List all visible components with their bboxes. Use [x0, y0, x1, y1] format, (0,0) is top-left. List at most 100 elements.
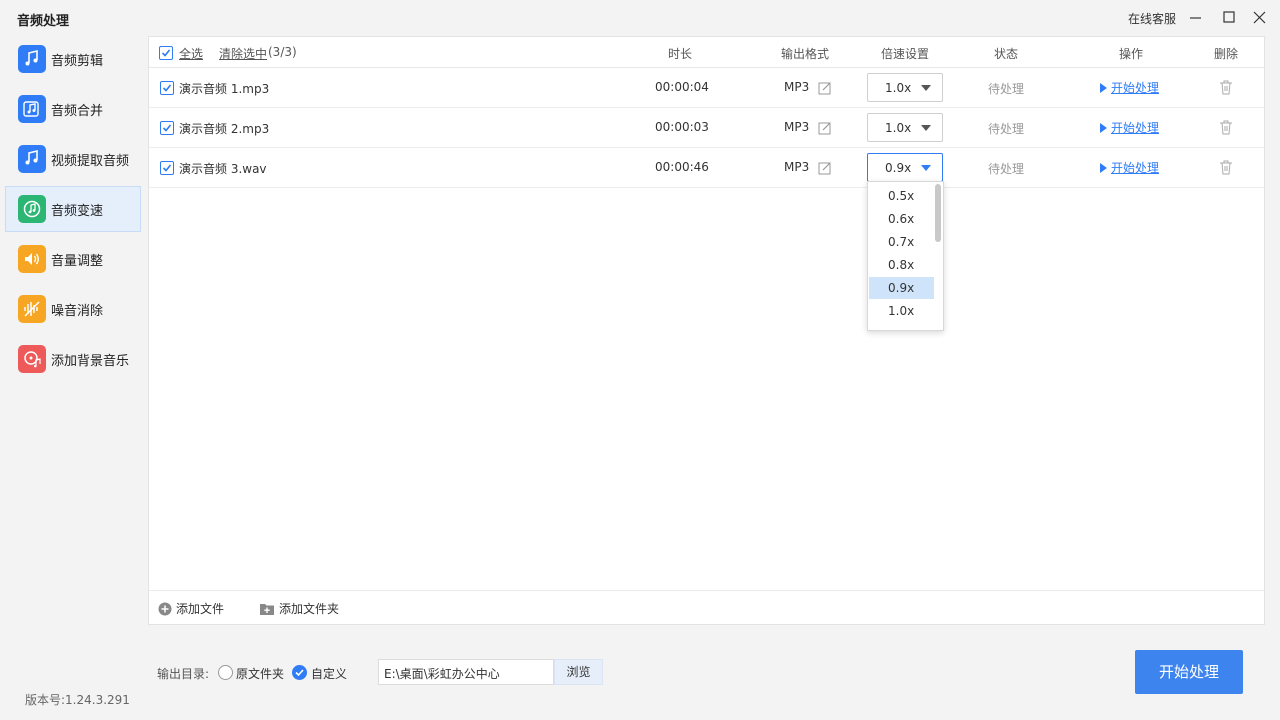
sidebar-item-label: 音频合并 — [51, 103, 104, 119]
speed-option[interactable]: 0.6x — [869, 208, 934, 230]
file-duration: 00:00:46 — [655, 160, 709, 174]
header-action: 操作 — [1119, 47, 1144, 61]
online-service-link[interactable]: 在线客服 — [1128, 10, 1176, 27]
file-status: 待处理 — [988, 82, 1025, 96]
speed-value: 0.9x — [885, 161, 912, 175]
table-row: 演示音频 2.mp3 00:00:03 MP3 1.0x 待处理 开始处理 — [149, 108, 1264, 148]
video-extract-icon — [18, 145, 46, 173]
add-folder-button[interactable]: 添加文件夹 — [259, 600, 339, 617]
start-process-label: 开始处理 — [1111, 121, 1160, 135]
speed-option[interactable]: 0.7x — [869, 231, 934, 253]
sidebar-item-label: 添加背景音乐 — [51, 353, 130, 369]
file-status: 待处理 — [988, 122, 1025, 136]
clear-selection-link[interactable]: 清除选中 — [219, 45, 267, 62]
table-row: 演示音频 3.wav 00:00:46 MP3 0.9x 待处理 开始处理 — [149, 148, 1264, 188]
file-name: 演示音频 2.mp3 — [179, 122, 270, 136]
version-text: 版本号:1.24.3.291 — [25, 693, 130, 707]
play-icon — [1100, 82, 1107, 93]
speed-option[interactable]: 1.0x — [869, 300, 934, 322]
start-process-link[interactable]: 开始处理 — [1100, 159, 1159, 176]
start-process-link[interactable]: 开始处理 — [1100, 79, 1159, 96]
header-delete: 删除 — [1214, 47, 1239, 61]
sidebar-item-audio-merge[interactable]: 音频合并 — [5, 86, 141, 132]
start-process-label: 开始处理 — [1111, 161, 1160, 175]
radio-custom-folder[interactable] — [292, 665, 307, 680]
speed-select[interactable]: 1.0x — [867, 73, 943, 102]
sidebar-item-label: 音频剪辑 — [51, 53, 104, 69]
start-process-link[interactable]: 开始处理 — [1100, 119, 1159, 136]
header-format: 输出格式 — [781, 47, 830, 61]
speed-select[interactable]: 0.9x — [867, 153, 943, 182]
play-icon — [1100, 122, 1107, 133]
start-process-label: 开始处理 — [1111, 81, 1160, 95]
trash-icon[interactable] — [1218, 119, 1234, 135]
noise-wave-icon — [18, 295, 46, 323]
output-path-field[interactable]: E:\桌面\彩虹办公中心 — [378, 659, 554, 685]
file-format: MP3 — [784, 160, 810, 174]
title-bar: 音频处理 在线客服 — [0, 0, 1280, 36]
original-folder-label[interactable]: 原文件夹 — [236, 665, 284, 682]
dropdown-scrollbar[interactable] — [935, 184, 941, 242]
speed-option[interactable]: 0.5x — [869, 185, 934, 207]
close-icon[interactable] — [1250, 8, 1270, 28]
volume-icon — [18, 245, 46, 273]
sidebar-item-audio-speed[interactable]: 音频变速 — [5, 186, 141, 232]
output-dir-label: 输出目录: — [157, 667, 210, 681]
start-all-button[interactable]: 开始处理 — [1135, 650, 1243, 694]
select-all-label[interactable]: 全选 — [179, 45, 203, 62]
row-checkbox[interactable] — [160, 121, 174, 135]
check-icon — [295, 669, 304, 677]
sidebar-item-video-extract[interactable]: 视频提取音频 — [5, 136, 141, 182]
sidebar-item-label: 噪音消除 — [51, 303, 104, 319]
sidebar-item-label: 音频变速 — [51, 203, 104, 219]
table-header: 全选 清除选中 (3/3) 时长 输出格式 倍速设置 状态 操作 删除 — [149, 37, 1264, 68]
add-file-label: 添加文件 — [176, 602, 225, 616]
file-name: 演示音频 1.mp3 — [179, 82, 270, 96]
panel-footer: 添加文件 添加文件夹 — [149, 590, 1264, 624]
sidebar-item-volume[interactable]: 音量调整 — [5, 236, 141, 282]
sidebar-item-label: 视频提取音频 — [51, 153, 130, 169]
speed-option[interactable]: 0.8x — [869, 254, 934, 276]
file-format: MP3 — [784, 120, 810, 134]
file-format: MP3 — [784, 80, 810, 94]
play-icon — [1100, 162, 1107, 173]
file-status: 待处理 — [988, 162, 1025, 176]
folder-plus-icon — [260, 603, 274, 615]
header-speed: 倍速设置 — [881, 47, 930, 61]
custom-folder-label[interactable]: 自定义 — [311, 665, 347, 682]
header-duration: 时长 — [668, 47, 693, 61]
speed-select[interactable]: 1.0x — [867, 113, 943, 142]
sidebar-item-audio-cut[interactable]: 音频剪辑 — [5, 36, 141, 82]
sidebar-item-noise-removal[interactable]: 噪音消除 — [5, 286, 141, 332]
edit-icon[interactable] — [818, 161, 832, 175]
header-status: 状态 — [994, 47, 1019, 61]
selection-count: (3/3) — [268, 45, 297, 59]
speed-value: 1.0x — [885, 81, 912, 95]
scissors-music-icon — [18, 45, 46, 73]
row-checkbox[interactable] — [160, 81, 174, 95]
file-duration: 00:00:04 — [655, 80, 709, 94]
plus-circle-icon — [158, 602, 172, 615]
add-folder-label: 添加文件夹 — [279, 602, 340, 616]
row-checkbox[interactable] — [160, 161, 174, 175]
trash-icon[interactable] — [1218, 159, 1234, 175]
select-all-checkbox[interactable] — [159, 46, 173, 60]
minimize-icon[interactable] — [1185, 8, 1205, 28]
chevron-down-icon — [921, 165, 931, 171]
chevron-down-icon — [921, 85, 931, 91]
sidebar-item-bg-music[interactable]: 添加背景音乐 — [5, 336, 141, 382]
speed-dropdown: 0.5x 0.6x 0.7x 0.8x 0.9x 1.0x — [867, 181, 944, 331]
bg-music-icon — [18, 345, 46, 373]
file-duration: 00:00:03 — [655, 120, 709, 134]
maximize-icon[interactable] — [1219, 8, 1239, 28]
speed-value: 1.0x — [885, 121, 912, 135]
chevron-down-icon — [921, 125, 931, 131]
speed-option-selected[interactable]: 0.9x — [869, 277, 934, 299]
edit-icon[interactable] — [818, 81, 832, 95]
trash-icon[interactable] — [1218, 79, 1234, 95]
sidebar-item-label: 音量调整 — [51, 253, 104, 269]
radio-original-folder[interactable] — [218, 665, 233, 680]
add-file-button[interactable]: 添加文件 — [158, 600, 224, 617]
browse-button[interactable]: 浏览 — [554, 659, 603, 685]
edit-icon[interactable] — [818, 121, 832, 135]
